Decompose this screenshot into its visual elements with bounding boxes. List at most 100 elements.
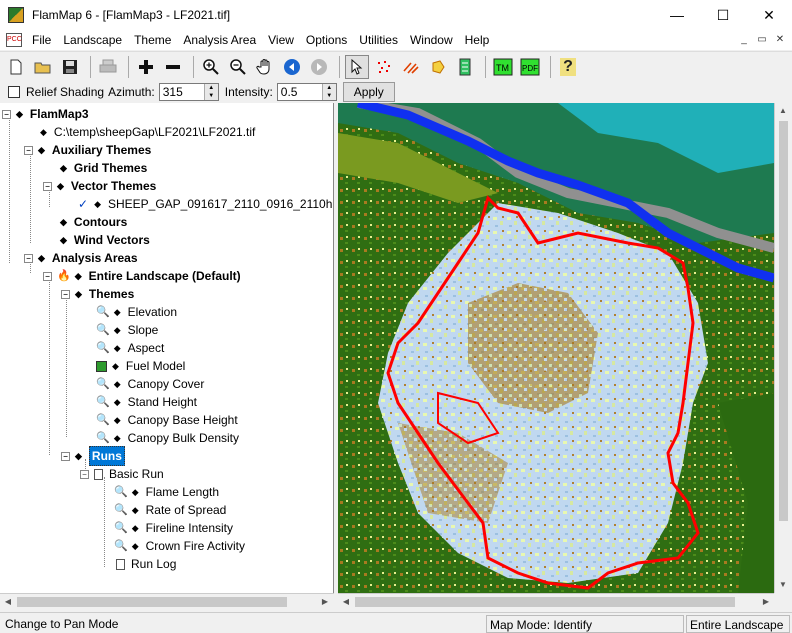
tree-node-wind-vectors[interactable]: ◆ Wind Vectors [60,231,150,249]
tree-horizontal-scrollbar[interactable]: ◀ ▶ [0,593,334,609]
magnifier-icon[interactable]: 🔍 [114,483,128,501]
back-arrow-icon[interactable] [280,55,304,79]
magnifier-icon[interactable]: 🔍 [114,501,128,519]
map-vertical-scrollbar[interactable]: ▲ ▼ [774,103,791,593]
print-icon[interactable] [96,55,120,79]
scroll-down-arrow-icon[interactable]: ▼ [775,577,791,593]
collapse-toggle[interactable]: − [24,253,33,263]
magnifier-icon[interactable]: 🔍 [96,339,110,357]
relief-shading-checkbox[interactable] [8,85,20,98]
theme-tree-panel[interactable]: − ◆ FlamMap3 ◆ C:\temp\sheepGap\LF2021\LF20… [0,103,334,593]
tree-node-stand-height[interactable]: 🔍 ◆ Stand Height [96,393,197,411]
tree-node-vector-file[interactable]: ✓ ◆ SHEEP_GAP_091617_2110_0916_2110hr_Per [78,195,333,213]
remove-icon[interactable] [161,55,185,79]
magnifier-icon[interactable]: 🔍 [96,321,110,339]
help-icon[interactable]: ? [556,55,580,79]
map-view[interactable] [338,103,774,593]
azimuth-spinner[interactable]: 315 ▲ ▼ [158,82,219,101]
tree-node-canopy-bulk-density[interactable]: 🔍 ◆ Canopy Bulk Density [96,429,239,447]
polygon-tool-icon[interactable] [426,55,450,79]
zoom-out-icon[interactable] [226,55,250,79]
collapse-toggle[interactable]: − [2,109,11,119]
mdi-close-button[interactable]: ✕ [772,32,788,47]
magnifier-icon[interactable]: 🔍 [96,375,110,393]
scroll-right-arrow-icon[interactable]: ▶ [758,594,774,610]
menu-help[interactable]: Help [459,30,496,50]
scroll-left-arrow-icon[interactable]: ◀ [0,594,16,610]
line-tool-icon[interactable] [399,55,423,79]
minimize-button[interactable]: — [654,0,700,30]
tree-node-auxiliary-themes[interactable]: − ◆ Auxiliary Themes [24,141,151,159]
collapse-toggle[interactable]: − [61,289,70,299]
pan-hand-icon[interactable] [253,55,277,79]
scroll-thumb[interactable] [355,597,735,607]
mdi-minimize-button[interactable]: _ [736,32,752,47]
add-icon[interactable] [134,55,158,79]
collapse-toggle[interactable]: − [24,145,33,155]
menu-file[interactable]: File [26,30,57,50]
legend-icon[interactable] [453,55,477,79]
magnifier-icon[interactable]: 🔍 [96,429,110,447]
mdi-restore-button[interactable]: ▭ [754,32,770,47]
menu-utilities[interactable]: Utilities [353,30,404,50]
tree-node-analysis-areas[interactable]: − ◆ Analysis Areas [24,249,138,267]
tree-node-vector-themes[interactable]: − ◆ Vector Themes [43,177,156,195]
tree-node-contours[interactable]: ◆ Contours [60,213,127,231]
zoom-in-icon[interactable] [199,55,223,79]
magnifier-icon[interactable]: 🔍 [96,393,110,411]
point-tool-icon[interactable] [372,55,396,79]
intensity-spin-arrows[interactable]: ▲ ▼ [321,83,336,100]
tree-node-runs[interactable]: − ◆ Runs [61,446,125,466]
magnifier-icon[interactable]: 🔍 [114,519,128,537]
tree-node-fireline-intensity[interactable]: 🔍 ◆ Fireline Intensity [114,519,233,537]
tree-node-basic-run[interactable]: − Basic Run [80,465,164,483]
scroll-left-arrow-icon[interactable]: ◀ [338,594,354,610]
tree-node-landscape-path[interactable]: ◆ C:\temp\sheepGap\LF2021\LF2021.tif [40,123,255,141]
collapse-toggle[interactable]: − [61,451,70,461]
tm-tool-icon[interactable]: TM [491,55,515,79]
fuel-model-map[interactable] [338,103,774,593]
tree-node-flammap3[interactable]: − ◆ FlamMap3 [2,105,89,123]
map-horizontal-scrollbar[interactable]: ◀ ▶ [338,593,774,609]
tree-node-canopy-cover[interactable]: 🔍 ◆ Canopy Cover [96,375,204,393]
maximize-button[interactable]: ☐ [700,0,746,30]
close-button[interactable]: ✕ [746,0,792,30]
tree-node-canopy-base-height[interactable]: 🔍 ◆ Canopy Base Height [96,411,238,429]
select-arrow-icon[interactable] [345,54,369,79]
menu-options[interactable]: Options [300,30,353,50]
scroll-thumb[interactable] [17,597,287,607]
tree-node-slope[interactable]: 🔍 ◆ Slope [96,321,158,339]
intensity-spinner[interactable]: 0.5 ▲ ▼ [276,82,337,101]
menu-analysis-area[interactable]: Analysis Area [177,30,262,50]
forward-arrow-icon[interactable] [307,55,331,79]
scroll-right-arrow-icon[interactable]: ▶ [317,594,333,610]
menu-window[interactable]: Window [404,30,459,50]
tree-node-fuel-model[interactable]: ◆ Fuel Model [96,357,185,375]
checkmark-icon[interactable]: ✓ [78,195,88,213]
tree-node-grid-themes[interactable]: ◆ Grid Themes [60,159,147,177]
tree-node-flame-length[interactable]: 🔍 ◆ Flame Length [114,483,219,501]
pdf-tool-icon[interactable]: PDF [518,55,542,79]
scroll-up-arrow-icon[interactable]: ▲ [775,103,791,119]
tree-node-crown-fire-activity[interactable]: 🔍 ◆ Crown Fire Activity [114,537,245,555]
fuel-model-active-icon[interactable] [96,360,107,372]
apply-button[interactable]: Apply [342,81,395,102]
tree-node-rate-of-spread[interactable]: 🔍 ◆ Rate of Spread [114,501,226,519]
save-icon[interactable] [58,55,82,79]
magnifier-icon[interactable]: 🔍 [96,303,110,321]
scroll-thumb[interactable] [779,121,788,521]
new-file-icon[interactable] [4,55,28,79]
menu-landscape[interactable]: Landscape [57,30,128,50]
magnifier-icon[interactable]: 🔍 [114,537,128,555]
collapse-toggle[interactable]: − [43,271,52,281]
azimuth-spin-arrows[interactable]: ▲ ▼ [203,83,218,100]
flammap-app-icon[interactable] [8,7,24,23]
menu-theme[interactable]: Theme [128,30,177,50]
tree-node-aspect[interactable]: 🔍 ◆ Aspect [96,339,164,357]
magnifier-icon[interactable]: 🔍 [96,411,110,429]
collapse-toggle[interactable]: − [43,181,52,191]
open-folder-icon[interactable] [31,55,55,79]
tree-node-entire-landscape[interactable]: − 🔥 ◆ Entire Landscape (Default) [43,267,241,285]
menu-view[interactable]: View [262,30,300,50]
tree-node-themes[interactable]: − ◆ Themes [61,285,134,303]
